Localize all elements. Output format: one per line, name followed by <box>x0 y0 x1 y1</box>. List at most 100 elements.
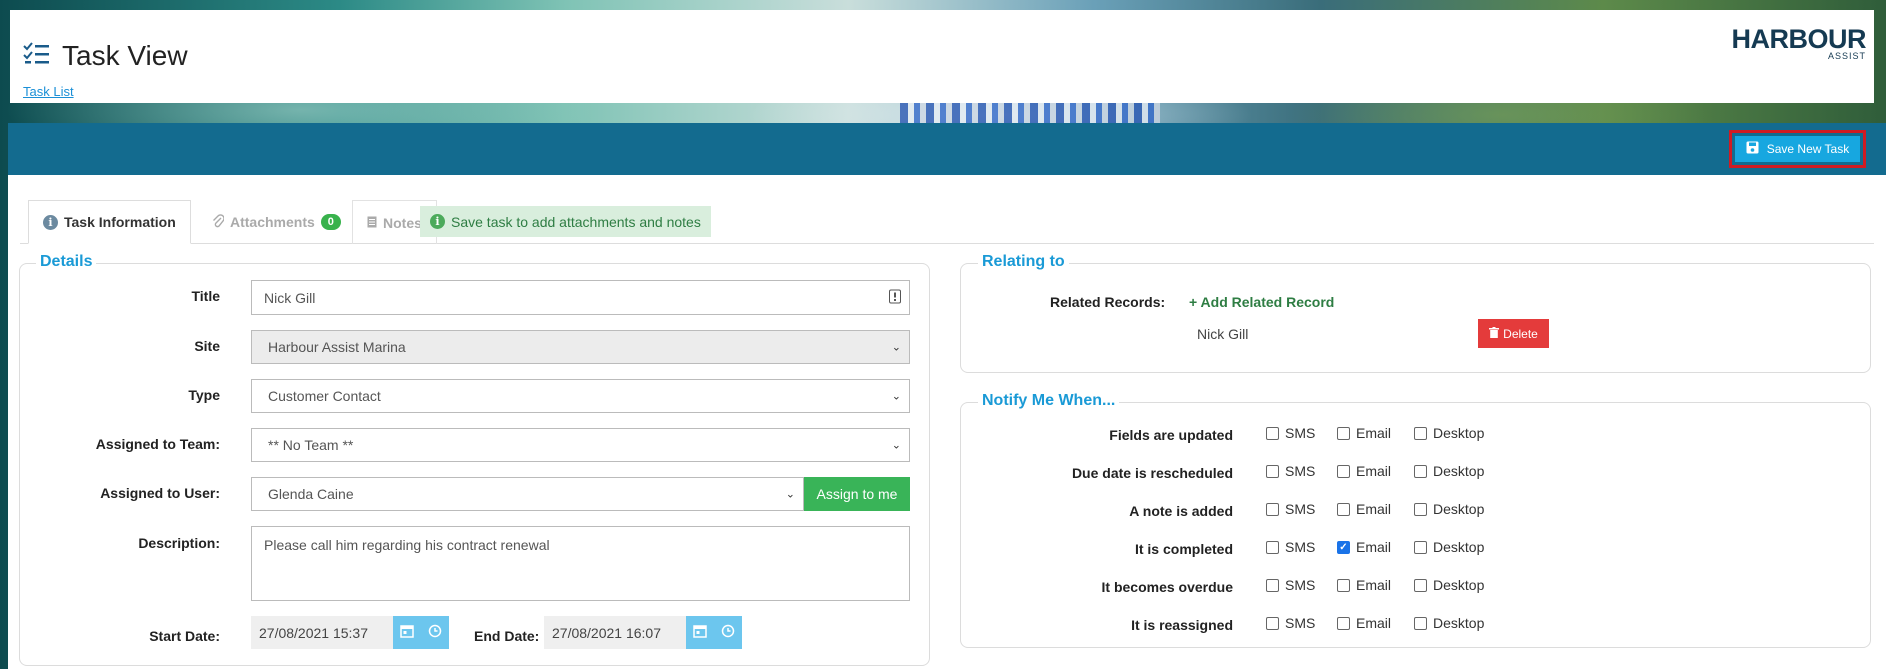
notify-email-checkbox[interactable] <box>1337 616 1350 630</box>
notify-desktop-checkbox[interactable] <box>1414 464 1427 478</box>
notify-desktop-checkbox[interactable] <box>1414 616 1427 630</box>
notify-desktop-option[interactable]: Desktop <box>1414 577 1484 593</box>
notify-sms-option[interactable]: SMS <box>1266 501 1315 517</box>
notify-desktop-option[interactable]: Desktop <box>1414 539 1484 555</box>
title-input[interactable]: Nick Gill <box>251 280 910 315</box>
breadcrumb-task-list[interactable]: Task List <box>23 84 74 99</box>
notify-desktop-option[interactable]: Desktop <box>1414 463 1484 479</box>
related-records-label: Related Records: <box>1050 294 1166 310</box>
page-title: Task View <box>22 40 188 72</box>
site-select[interactable]: Harbour Assist Marina ⌄ <box>251 330 910 364</box>
info-icon: i <box>430 214 445 229</box>
notify-email-checkbox[interactable] <box>1337 578 1350 592</box>
details-legend: Details <box>36 253 97 271</box>
notify-sms-checkbox[interactable] <box>1266 616 1279 630</box>
notify-row-label: It is completed <box>1134 541 1233 557</box>
notify-email-checkbox[interactable] <box>1337 464 1350 478</box>
task-list-icon <box>22 41 50 71</box>
assign-to-me-button[interactable]: Assign to me <box>804 477 910 511</box>
notify-sms-option[interactable]: SMS <box>1266 425 1315 441</box>
notify-option-label: Email <box>1356 615 1392 631</box>
notify-sms-checkbox[interactable] <box>1266 464 1279 478</box>
end-date-input[interactable]: 27/08/2021 16:07 <box>544 616 686 649</box>
notify-option-label: SMS <box>1285 425 1316 441</box>
start-date-input[interactable]: 27/08/2021 15:37 <box>251 616 393 649</box>
clock-icon[interactable] <box>721 624 735 642</box>
notify-email-option[interactable]: Email <box>1337 615 1391 631</box>
notify-desktop-option[interactable]: Desktop <box>1414 615 1484 631</box>
notify-option-label: Desktop <box>1433 539 1485 555</box>
task-form-panel: Save New Task i Task Information Attachm… <box>8 123 1886 669</box>
notify-option-label: Desktop <box>1433 615 1485 631</box>
notify-option-label: Desktop <box>1433 501 1485 517</box>
notify-desktop-option[interactable]: Desktop <box>1414 501 1484 517</box>
team-select[interactable]: ** No Team ** ⌄ <box>251 428 910 462</box>
tab-attachments[interactable]: Attachments 0 <box>198 200 355 244</box>
notify-section: Notify Me When... Fields are updated SMS E… <box>960 392 1871 648</box>
tab-label: Task Information <box>64 214 176 230</box>
end-date-pickers <box>686 616 742 649</box>
clock-icon[interactable] <box>428 624 442 642</box>
notify-sms-option[interactable]: SMS <box>1266 577 1315 593</box>
notify-sms-option[interactable]: SMS <box>1266 539 1315 555</box>
notify-option-label: Email <box>1356 539 1392 555</box>
description-value: Please call him regarding his contract r… <box>264 537 550 553</box>
notify-email-option[interactable]: Email <box>1337 577 1391 593</box>
notify-sms-checkbox[interactable] <box>1266 502 1279 516</box>
notify-email-checkbox[interactable]: ✓ <box>1337 540 1350 554</box>
chevron-down-icon: ⌄ <box>785 488 795 501</box>
site-label: Site <box>194 338 220 354</box>
chevron-down-icon: ⌄ <box>891 341 901 354</box>
notify-desktop-checkbox[interactable] <box>1414 502 1427 516</box>
notify-sms-checkbox[interactable] <box>1266 578 1279 592</box>
relating-to-section: Relating to Related Records: + Add Relat… <box>960 253 1871 373</box>
field-options-icon[interactable] <box>889 289 901 306</box>
notify-email-option[interactable]: Email <box>1337 501 1391 517</box>
notify-desktop-checkbox[interactable] <box>1414 426 1427 440</box>
notify-email-option[interactable]: Email <box>1337 425 1391 441</box>
notify-sms-option[interactable]: SMS <box>1266 615 1315 631</box>
start-date-label: Start Date: <box>149 628 220 644</box>
type-select[interactable]: Customer Contact ⌄ <box>251 379 910 413</box>
user-select[interactable]: Glenda Caine ⌄ <box>251 477 804 511</box>
notify-desktop-checkbox[interactable] <box>1414 578 1427 592</box>
notify-email-option[interactable]: Email <box>1337 463 1391 479</box>
calendar-icon[interactable] <box>693 624 707 642</box>
save-icon <box>1746 141 1759 157</box>
relating-legend: Relating to <box>978 253 1069 271</box>
tab-label: Attachments <box>230 214 315 230</box>
chevron-down-icon: ⌄ <box>891 390 901 403</box>
notify-desktop-option[interactable]: Desktop <box>1414 425 1484 441</box>
note-icon <box>367 215 377 231</box>
notify-email-option[interactable]: ✓ Email <box>1337 539 1391 555</box>
notify-option-label: SMS <box>1285 577 1316 593</box>
tab-task-information[interactable]: i Task Information <box>28 200 191 244</box>
delete-label: Delete <box>1503 326 1538 341</box>
start-date-pickers <box>393 616 449 649</box>
notify-sms-option[interactable]: SMS <box>1266 463 1315 479</box>
user-label: Assigned to User: <box>100 485 220 501</box>
notify-sms-checkbox[interactable] <box>1266 426 1279 440</box>
notify-option-label: Desktop <box>1433 463 1485 479</box>
notify-sms-checkbox[interactable] <box>1266 540 1279 554</box>
info-icon: i <box>43 214 58 230</box>
calendar-icon[interactable] <box>400 624 414 642</box>
notify-email-checkbox[interactable] <box>1337 502 1350 516</box>
notify-option-label: Desktop <box>1433 577 1485 593</box>
add-related-record-link[interactable]: + Add Related Record <box>1189 294 1334 310</box>
notify-option-label: SMS <box>1285 615 1316 631</box>
details-section: Details Title Nick Gill Site Harbour Ass… <box>19 253 930 666</box>
end-date-label: End Date: <box>474 628 540 644</box>
related-record-name[interactable]: Nick Gill <box>1197 326 1248 342</box>
delete-related-button[interactable]: Delete <box>1478 319 1549 348</box>
description-textarea[interactable]: Please call him regarding his contract r… <box>251 526 910 601</box>
notify-option-label: Desktop <box>1433 425 1485 441</box>
notify-desktop-checkbox[interactable] <box>1414 540 1427 554</box>
notify-option-label: Email <box>1356 463 1392 479</box>
site-value: Harbour Assist Marina <box>268 339 406 355</box>
user-value: Glenda Caine <box>268 486 354 502</box>
title-value: Nick Gill <box>264 289 316 306</box>
save-new-task-button[interactable]: Save New Task <box>1729 130 1866 168</box>
notify-email-checkbox[interactable] <box>1337 426 1350 440</box>
hint-text: Save task to add attachments and notes <box>451 213 701 230</box>
